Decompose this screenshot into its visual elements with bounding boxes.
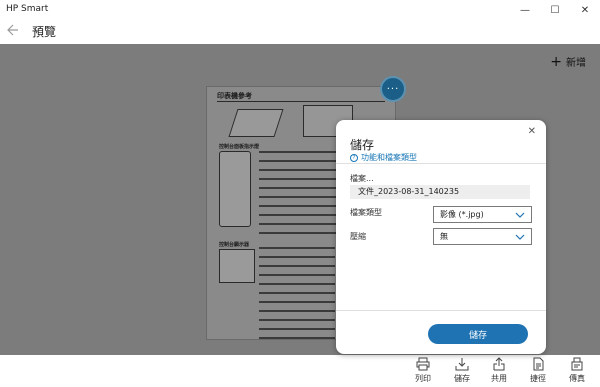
printer-icon bbox=[416, 357, 430, 371]
save-label: 儲存 bbox=[454, 374, 470, 383]
shortcut-button[interactable]: 捷徑 bbox=[521, 357, 555, 385]
display-diagram bbox=[219, 249, 255, 283]
compression-dropdown[interactable]: 無 bbox=[433, 228, 532, 245]
print-label: 列印 bbox=[415, 374, 431, 383]
save-dialog: ✕ 儲存 ? 功能和檔案類型 檔案... 文件_2023-08-31_14023… bbox=[336, 120, 546, 354]
back-arrow-icon[interactable] bbox=[6, 20, 20, 40]
title-bar: HP Smart — ☐ ✕ bbox=[0, 0, 600, 20]
save-action-button[interactable]: 儲存 bbox=[445, 357, 479, 385]
minimize-button[interactable]: — bbox=[510, 0, 540, 20]
chevron-down-icon bbox=[515, 234, 525, 240]
share-button[interactable]: 共用 bbox=[482, 357, 516, 385]
fax-icon bbox=[571, 357, 583, 371]
add-label: 新增 bbox=[566, 58, 586, 69]
file-name-field[interactable]: 文件_2023-08-31_140235 bbox=[350, 185, 530, 199]
save-icon bbox=[455, 358, 469, 371]
printer-illustration bbox=[228, 109, 284, 137]
file-type-dropdown[interactable]: 影像 (*.jpg) bbox=[433, 206, 532, 223]
more-dots-icon: ··· bbox=[386, 83, 400, 95]
document-rule bbox=[217, 101, 385, 102]
plus-icon: + bbox=[550, 53, 562, 70]
header-bar: 預覽 bbox=[0, 20, 600, 44]
dialog-title: 儲存 bbox=[350, 138, 375, 152]
control-panel-diagram bbox=[219, 151, 251, 227]
document-section-title: 控制台面板指示燈 bbox=[219, 144, 260, 150]
compression-value: 無 bbox=[440, 232, 448, 241]
more-options-button[interactable]: ··· bbox=[380, 76, 406, 102]
share-icon bbox=[493, 357, 505, 371]
file-type-value: 影像 (*.jpg) bbox=[440, 210, 484, 219]
shortcut-label: 捷徑 bbox=[530, 374, 546, 383]
file-type-label: 檔案類型 bbox=[350, 208, 382, 217]
bottom-action-bar: 列印 儲存 共用 捷徑 傳真 bbox=[0, 355, 600, 387]
dialog-close-button[interactable]: ✕ bbox=[528, 126, 536, 137]
save-button[interactable]: 儲存 bbox=[428, 324, 528, 344]
compression-label: 壓縮 bbox=[350, 232, 366, 241]
print-button[interactable]: 列印 bbox=[406, 357, 440, 385]
features-filetypes-link[interactable]: ? 功能和檔案類型 bbox=[350, 152, 417, 163]
shortcut-icon bbox=[533, 357, 544, 371]
help-icon: ? bbox=[350, 153, 358, 162]
share-label: 共用 bbox=[491, 374, 507, 383]
app-title: HP Smart bbox=[6, 4, 49, 14]
dialog-footer-divider bbox=[336, 310, 546, 311]
add-button[interactable]: + 新增 bbox=[550, 53, 586, 70]
fax-button[interactable]: 傳真 bbox=[560, 357, 594, 385]
fax-label: 傳真 bbox=[569, 374, 585, 383]
close-window-button[interactable]: ✕ bbox=[570, 0, 600, 20]
file-name-label: 檔案... bbox=[350, 174, 374, 183]
document-title: 印表機參考 bbox=[217, 92, 252, 100]
page-title: 預覽 bbox=[32, 25, 57, 39]
chevron-down-icon bbox=[515, 212, 525, 218]
dialog-divider bbox=[336, 163, 546, 164]
maximize-button[interactable]: ☐ bbox=[540, 0, 570, 20]
features-filetypes-link-text: 功能和檔案類型 bbox=[361, 153, 417, 162]
document-text-lines-2 bbox=[259, 247, 335, 346]
document-section-title-2: 控制台顯示器 bbox=[219, 242, 250, 248]
